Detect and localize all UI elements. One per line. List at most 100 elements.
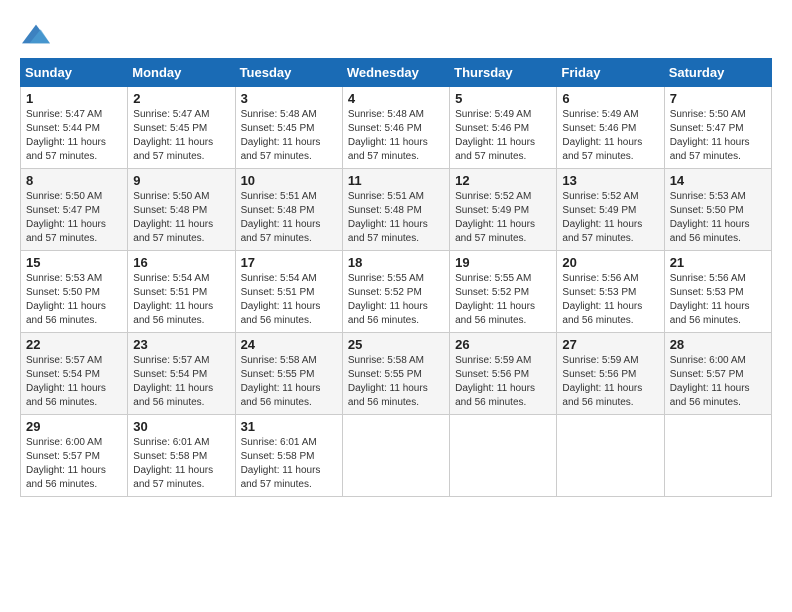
calendar-table: SundayMondayTuesdayWednesdayThursdayFrid… <box>20 58 772 497</box>
day-info: Sunrise: 5:50 AMSunset: 5:47 PMDaylight:… <box>670 109 750 162</box>
day-info: Sunrise: 5:58 AMSunset: 5:55 PMDaylight:… <box>348 355 428 408</box>
day-info: Sunrise: 5:54 AMSunset: 5:51 PMDaylight:… <box>241 273 321 326</box>
day-number: 9 <box>133 173 229 188</box>
day-info: Sunrise: 5:57 AMSunset: 5:54 PMDaylight:… <box>26 355 106 408</box>
day-of-week-thursday: Thursday <box>450 59 557 87</box>
day-info: Sunrise: 5:47 AMSunset: 5:45 PMDaylight:… <box>133 109 213 162</box>
day-info: Sunrise: 5:52 AMSunset: 5:49 PMDaylight:… <box>455 191 535 244</box>
day-info: Sunrise: 5:51 AMSunset: 5:48 PMDaylight:… <box>348 191 428 244</box>
day-info: Sunrise: 5:50 AMSunset: 5:47 PMDaylight:… <box>26 191 106 244</box>
day-number: 4 <box>348 91 444 106</box>
day-number: 18 <box>348 255 444 270</box>
day-info: Sunrise: 5:57 AMSunset: 5:54 PMDaylight:… <box>133 355 213 408</box>
day-info: Sunrise: 5:47 AMSunset: 5:44 PMDaylight:… <box>26 109 106 162</box>
calendar-cell: 15 Sunrise: 5:53 AMSunset: 5:50 PMDaylig… <box>21 251 128 333</box>
day-info: Sunrise: 6:00 AMSunset: 5:57 PMDaylight:… <box>670 355 750 408</box>
day-number: 10 <box>241 173 337 188</box>
day-info: Sunrise: 6:01 AMSunset: 5:58 PMDaylight:… <box>133 437 213 490</box>
day-number: 22 <box>26 337 122 352</box>
day-info: Sunrise: 5:53 AMSunset: 5:50 PMDaylight:… <box>670 191 750 244</box>
day-number: 3 <box>241 91 337 106</box>
logo-icon <box>22 20 50 48</box>
day-info: Sunrise: 5:50 AMSunset: 5:48 PMDaylight:… <box>133 191 213 244</box>
calendar-cell: 3 Sunrise: 5:48 AMSunset: 5:45 PMDayligh… <box>235 87 342 169</box>
day-info: Sunrise: 5:55 AMSunset: 5:52 PMDaylight:… <box>455 273 535 326</box>
calendar-cell: 7 Sunrise: 5:50 AMSunset: 5:47 PMDayligh… <box>664 87 771 169</box>
day-info: Sunrise: 5:54 AMSunset: 5:51 PMDaylight:… <box>133 273 213 326</box>
calendar-header: SundayMondayTuesdayWednesdayThursdayFrid… <box>21 59 772 87</box>
calendar-cell: 2 Sunrise: 5:47 AMSunset: 5:45 PMDayligh… <box>128 87 235 169</box>
day-info: Sunrise: 5:59 AMSunset: 5:56 PMDaylight:… <box>455 355 535 408</box>
calendar-week-1: 1 Sunrise: 5:47 AMSunset: 5:44 PMDayligh… <box>21 87 772 169</box>
calendar-cell: 31 Sunrise: 6:01 AMSunset: 5:58 PMDaylig… <box>235 415 342 497</box>
day-info: Sunrise: 5:58 AMSunset: 5:55 PMDaylight:… <box>241 355 321 408</box>
calendar-cell: 17 Sunrise: 5:54 AMSunset: 5:51 PMDaylig… <box>235 251 342 333</box>
day-number: 23 <box>133 337 229 352</box>
calendar-cell: 28 Sunrise: 6:00 AMSunset: 5:57 PMDaylig… <box>664 333 771 415</box>
day-number: 16 <box>133 255 229 270</box>
calendar-cell: 4 Sunrise: 5:48 AMSunset: 5:46 PMDayligh… <box>342 87 449 169</box>
calendar-cell: 24 Sunrise: 5:58 AMSunset: 5:55 PMDaylig… <box>235 333 342 415</box>
day-of-week-sunday: Sunday <box>21 59 128 87</box>
calendar-cell: 19 Sunrise: 5:55 AMSunset: 5:52 PMDaylig… <box>450 251 557 333</box>
calendar-cell: 29 Sunrise: 6:00 AMSunset: 5:57 PMDaylig… <box>21 415 128 497</box>
day-info: Sunrise: 5:51 AMSunset: 5:48 PMDaylight:… <box>241 191 321 244</box>
day-info: Sunrise: 5:49 AMSunset: 5:46 PMDaylight:… <box>455 109 535 162</box>
day-number: 8 <box>26 173 122 188</box>
day-info: Sunrise: 5:59 AMSunset: 5:56 PMDaylight:… <box>562 355 642 408</box>
page-header <box>20 20 772 48</box>
logo <box>20 20 50 48</box>
calendar-cell: 6 Sunrise: 5:49 AMSunset: 5:46 PMDayligh… <box>557 87 664 169</box>
day-of-week-monday: Monday <box>128 59 235 87</box>
day-info: Sunrise: 5:48 AMSunset: 5:46 PMDaylight:… <box>348 109 428 162</box>
calendar-cell <box>557 415 664 497</box>
calendar-cell: 1 Sunrise: 5:47 AMSunset: 5:44 PMDayligh… <box>21 87 128 169</box>
calendar-cell: 8 Sunrise: 5:50 AMSunset: 5:47 PMDayligh… <box>21 169 128 251</box>
calendar-cell: 13 Sunrise: 5:52 AMSunset: 5:49 PMDaylig… <box>557 169 664 251</box>
calendar-cell: 9 Sunrise: 5:50 AMSunset: 5:48 PMDayligh… <box>128 169 235 251</box>
day-number: 20 <box>562 255 658 270</box>
day-number: 14 <box>670 173 766 188</box>
day-of-week-saturday: Saturday <box>664 59 771 87</box>
calendar-cell: 26 Sunrise: 5:59 AMSunset: 5:56 PMDaylig… <box>450 333 557 415</box>
day-info: Sunrise: 5:53 AMSunset: 5:50 PMDaylight:… <box>26 273 106 326</box>
calendar-cell: 27 Sunrise: 5:59 AMSunset: 5:56 PMDaylig… <box>557 333 664 415</box>
day-number: 27 <box>562 337 658 352</box>
day-info: Sunrise: 5:52 AMSunset: 5:49 PMDaylight:… <box>562 191 642 244</box>
day-info: Sunrise: 6:00 AMSunset: 5:57 PMDaylight:… <box>26 437 106 490</box>
calendar-cell: 23 Sunrise: 5:57 AMSunset: 5:54 PMDaylig… <box>128 333 235 415</box>
day-number: 25 <box>348 337 444 352</box>
day-number: 1 <box>26 91 122 106</box>
calendar-cell: 12 Sunrise: 5:52 AMSunset: 5:49 PMDaylig… <box>450 169 557 251</box>
calendar-cell: 22 Sunrise: 5:57 AMSunset: 5:54 PMDaylig… <box>21 333 128 415</box>
calendar-cell: 10 Sunrise: 5:51 AMSunset: 5:48 PMDaylig… <box>235 169 342 251</box>
day-number: 11 <box>348 173 444 188</box>
day-number: 21 <box>670 255 766 270</box>
calendar-week-2: 8 Sunrise: 5:50 AMSunset: 5:47 PMDayligh… <box>21 169 772 251</box>
day-info: Sunrise: 5:49 AMSunset: 5:46 PMDaylight:… <box>562 109 642 162</box>
day-number: 2 <box>133 91 229 106</box>
calendar-cell: 14 Sunrise: 5:53 AMSunset: 5:50 PMDaylig… <box>664 169 771 251</box>
day-number: 15 <box>26 255 122 270</box>
calendar-cell <box>450 415 557 497</box>
day-info: Sunrise: 5:55 AMSunset: 5:52 PMDaylight:… <box>348 273 428 326</box>
calendar-cell: 25 Sunrise: 5:58 AMSunset: 5:55 PMDaylig… <box>342 333 449 415</box>
calendar-week-3: 15 Sunrise: 5:53 AMSunset: 5:50 PMDaylig… <box>21 251 772 333</box>
calendar-week-4: 22 Sunrise: 5:57 AMSunset: 5:54 PMDaylig… <box>21 333 772 415</box>
calendar-cell: 18 Sunrise: 5:55 AMSunset: 5:52 PMDaylig… <box>342 251 449 333</box>
day-number: 31 <box>241 419 337 434</box>
day-of-week-wednesday: Wednesday <box>342 59 449 87</box>
calendar-cell: 21 Sunrise: 5:56 AMSunset: 5:53 PMDaylig… <box>664 251 771 333</box>
day-number: 5 <box>455 91 551 106</box>
day-info: Sunrise: 6:01 AMSunset: 5:58 PMDaylight:… <box>241 437 321 490</box>
day-of-week-tuesday: Tuesday <box>235 59 342 87</box>
day-number: 6 <box>562 91 658 106</box>
calendar-cell <box>664 415 771 497</box>
day-number: 29 <box>26 419 122 434</box>
day-number: 19 <box>455 255 551 270</box>
calendar-cell: 30 Sunrise: 6:01 AMSunset: 5:58 PMDaylig… <box>128 415 235 497</box>
day-number: 17 <box>241 255 337 270</box>
day-number: 30 <box>133 419 229 434</box>
calendar-cell: 16 Sunrise: 5:54 AMSunset: 5:51 PMDaylig… <box>128 251 235 333</box>
calendar-cell: 5 Sunrise: 5:49 AMSunset: 5:46 PMDayligh… <box>450 87 557 169</box>
